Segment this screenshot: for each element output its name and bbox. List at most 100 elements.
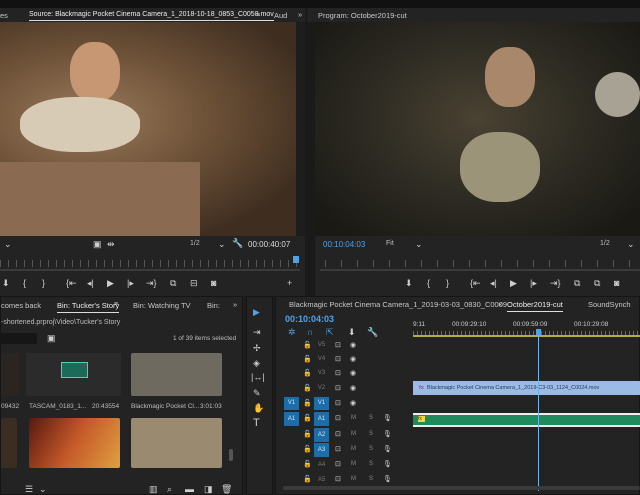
microphone-icon[interactable]: 🎙 <box>383 460 392 470</box>
solo-button[interactable]: S <box>369 431 373 437</box>
export-frame-icon[interactable]: ◙ <box>211 278 216 288</box>
step-back-icon[interactable]: ◂| <box>87 278 94 288</box>
track-label[interactable]: A2 <box>314 428 329 442</box>
timeline-timecode[interactable]: 00:10:04:03 <box>285 314 334 324</box>
solo-button[interactable]: S <box>369 415 373 421</box>
mute-button[interactable]: M <box>351 446 356 452</box>
overflow-icon[interactable]: » <box>298 10 302 19</box>
toggle-sync-lock-icon[interactable]: ⊡ <box>335 460 341 470</box>
clip-thumbnail[interactable] <box>1 353 19 396</box>
track-label[interactable]: A3 <box>314 443 329 457</box>
eye-icon[interactable]: ◉ <box>350 369 356 379</box>
zoom-chevron-icon[interactable]: ⌄ <box>415 239 423 249</box>
track-label[interactable]: V2 <box>314 382 329 395</box>
ripple-edit-tool-icon[interactable]: ✢ <box>253 343 261 353</box>
toggle-sync-lock-icon[interactable]: ⊡ <box>335 384 341 394</box>
toggle-sync-lock-icon[interactable]: ⊡ <box>335 475 341 485</box>
go-to-in-icon[interactable]: {⇤ <box>470 278 481 288</box>
slip-tool-icon[interactable]: |↔| <box>251 372 265 382</box>
type-tool-icon[interactable]: T <box>253 418 260 429</box>
program-zoom-bar[interactable] <box>320 269 640 271</box>
microphone-icon[interactable]: 🎙 <box>383 445 392 455</box>
tab-projects[interactable]: es <box>0 11 8 20</box>
clip-thumbnail[interactable] <box>131 353 222 396</box>
source-playhead[interactable] <box>293 256 299 263</box>
export-frame-icon[interactable]: ◙ <box>614 278 619 288</box>
play-icon[interactable]: ▶ <box>107 278 114 288</box>
go-to-out-icon[interactable]: ⇥} <box>146 278 157 288</box>
track-label[interactable]: A1 <box>314 412 329 426</box>
tab-sequence-c0009[interactable]: Blackmagic Pocket Cinema Camera_1_2019-0… <box>289 300 507 309</box>
drag-video-icon[interactable]: ▣ <box>93 239 102 249</box>
program-zoom-select[interactable]: Fit <box>386 240 394 247</box>
overflow-icon[interactable]: » <box>233 300 237 309</box>
track-label[interactable]: V5 <box>314 339 329 352</box>
tab-bin-watching-tv[interactable]: Bin: Watching TV <box>133 301 191 310</box>
mute-button[interactable]: M <box>351 476 356 482</box>
pen-tool-icon[interactable]: ✎ <box>253 388 261 398</box>
snap-icon[interactable]: ∩ <box>307 327 313 337</box>
bin-scrollbar[interactable] <box>229 449 233 461</box>
list-view-icon[interactable]: ☰ <box>25 484 33 494</box>
mute-button[interactable]: M <box>351 431 356 437</box>
lift-icon[interactable]: ⧉ <box>574 278 580 288</box>
add-marker-icon[interactable]: ⬇ <box>405 278 413 288</box>
sort-chevron-icon[interactable]: ⌄ <box>39 484 47 494</box>
mark-in-icon[interactable]: { <box>23 278 26 288</box>
razor-tool-icon[interactable]: ◈ <box>253 358 260 368</box>
clip-thumbnail[interactable] <box>29 418 120 468</box>
program-timecode[interactable]: 00:10:04:03 <box>323 240 365 249</box>
timeline-ruler[interactable] <box>413 331 640 337</box>
source-timecode[interactable]: 00:00:40:07 <box>248 240 290 249</box>
step-forward-icon[interactable]: |▸ <box>530 278 537 288</box>
new-item-icon[interactable]: ◨ <box>204 484 213 494</box>
audio-clip-thumbnail[interactable] <box>26 353 121 396</box>
lock-icon[interactable]: 🔓 <box>303 384 312 394</box>
source-zoom-bar[interactable] <box>0 269 300 271</box>
track-label[interactable]: V3 <box>314 367 329 380</box>
zoom-dropdown-icon[interactable]: ⌄ <box>4 239 12 249</box>
step-forward-icon[interactable]: |▸ <box>127 278 134 288</box>
extract-icon[interactable]: ⧉ <box>594 278 600 288</box>
mute-button[interactable]: M <box>351 461 356 467</box>
solo-button[interactable]: S <box>369 446 373 452</box>
toggle-sync-lock-icon[interactable]: ⊡ <box>335 430 341 440</box>
add-marker-icon[interactable]: ⬇ <box>2 278 10 288</box>
panel-menu-icon[interactable]: ≡ <box>114 300 118 310</box>
lock-icon[interactable]: 🔓 <box>303 399 312 409</box>
trash-icon[interactable]: 🗑 <box>221 484 232 494</box>
toggle-sync-lock-icon[interactable]: ⊡ <box>335 445 341 455</box>
step-back-icon[interactable]: ◂| <box>490 278 497 288</box>
toggle-sync-lock-icon[interactable]: ⊡ <box>335 355 341 365</box>
program-resolution-select[interactable]: 1/2 <box>600 240 610 247</box>
tab-program[interactable]: Program: October2019-cut <box>318 11 407 20</box>
resolution-chevron-icon[interactable]: ⌄ <box>627 239 635 249</box>
source-patch-v1[interactable]: V1 <box>284 397 299 410</box>
mark-in-icon[interactable]: { <box>427 278 430 288</box>
timeline-playhead[interactable] <box>538 331 539 491</box>
toggle-sync-lock-icon[interactable]: ⊡ <box>335 341 341 351</box>
track-label[interactable]: A5 <box>314 473 329 487</box>
program-time-ruler[interactable] <box>325 260 640 267</box>
lock-icon[interactable]: 🔓 <box>303 369 312 379</box>
tab-source[interactable]: Source: Blackmagic Pocket Cinema Camera_… <box>29 11 274 21</box>
automate-to-sequence-icon[interactable]: ▥ <box>149 484 158 494</box>
hand-tool-icon[interactable]: ✋ <box>253 403 264 413</box>
source-time-ruler[interactable] <box>0 260 298 267</box>
mark-out-icon[interactable]: } <box>446 278 449 288</box>
find-icon[interactable]: ⌕ <box>167 484 172 494</box>
source-resolution-select[interactable]: 1/2 <box>190 240 200 247</box>
lock-icon[interactable]: 🔓 <box>303 460 312 470</box>
clip-thumbnail[interactable] <box>1 418 17 468</box>
track-label[interactable]: A4 <box>314 458 329 472</box>
timeline-zoom-scrollbar[interactable] <box>283 486 640 490</box>
toggle-sync-lock-icon[interactable]: ⊡ <box>335 399 341 409</box>
tab-soundsynch[interactable]: SoundSynch <box>588 300 631 309</box>
selection-tool-icon[interactable]: ▶ <box>253 307 260 317</box>
add-marker-icon[interactable]: ⬇ <box>348 327 356 337</box>
drag-audio-icon[interactable]: ⇹ <box>107 239 115 249</box>
video-clip[interactable]: fx Blackmagic Pocket Cinema Camera_1_201… <box>413 381 640 395</box>
tab-october2019-cut[interactable]: October2019-cut <box>507 300 563 312</box>
eye-icon[interactable]: ◉ <box>350 355 356 365</box>
toggle-sync-lock-icon[interactable]: ⊡ <box>335 369 341 379</box>
